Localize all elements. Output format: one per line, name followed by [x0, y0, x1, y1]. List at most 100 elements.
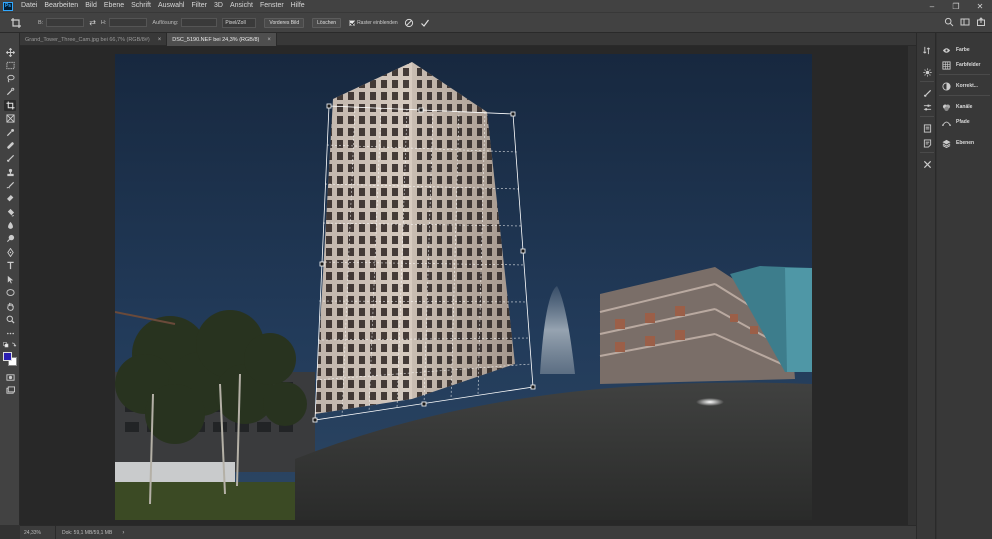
- tab-label: Grand_Tower_Three_Cam.jpg bei 66,7% (RGB…: [25, 36, 150, 43]
- menu-ebene[interactable]: Ebene: [104, 0, 124, 12]
- quick-mask-icon[interactable]: [4, 372, 16, 383]
- restore-button[interactable]: ❐: [944, 0, 968, 12]
- panel-korrekturen[interactable]: Korrekt...: [942, 81, 978, 91]
- brush-settings-icon[interactable]: [922, 88, 932, 98]
- adjust-sliders-icon[interactable]: [922, 102, 932, 112]
- perspective-crop-tool-icon[interactable]: [8, 16, 24, 30]
- menu-hilfe[interactable]: Hilfe: [291, 0, 305, 12]
- workspace-icon[interactable]: [960, 17, 970, 27]
- resolution-input[interactable]: [181, 18, 218, 27]
- screen-mode-icon[interactable]: [4, 385, 16, 396]
- history-brush-icon[interactable]: [4, 180, 16, 191]
- cancel-icon[interactable]: [404, 18, 414, 28]
- type-icon[interactable]: [4, 260, 16, 271]
- menu-filter[interactable]: Filter: [191, 0, 207, 12]
- path-select-icon[interactable]: [4, 274, 16, 285]
- notes-icon[interactable]: [922, 138, 932, 148]
- document-image[interactable]: [115, 54, 812, 520]
- unit-select[interactable]: Pixel/Zoll: [222, 17, 257, 28]
- swatches-icon: [942, 60, 951, 70]
- crop-icon[interactable]: [4, 100, 16, 111]
- zoom-icon[interactable]: [4, 314, 16, 325]
- front-image-button[interactable]: Vorderes Bild: [264, 17, 305, 28]
- history-icon[interactable]: [922, 45, 932, 55]
- photo-tower-scene: [115, 54, 812, 520]
- width-label: B:: [38, 19, 44, 26]
- panel-label: Farbfelder: [956, 62, 981, 68]
- menu-3d[interactable]: 3D: [214, 0, 223, 12]
- canvas-area[interactable]: [20, 46, 908, 525]
- adjustments-icon: [942, 81, 951, 91]
- divider: [920, 81, 934, 82]
- foreground-color-swatch[interactable]: [3, 352, 12, 361]
- height-input[interactable]: [109, 18, 148, 27]
- panel-kanaele[interactable]: Kanäle: [942, 102, 972, 112]
- search-icon[interactable]: [944, 17, 954, 27]
- move-icon[interactable]: [4, 47, 16, 58]
- panel-farbfelder[interactable]: Farbfelder: [942, 60, 980, 70]
- gradient-icon[interactable]: [4, 207, 16, 218]
- dodge-icon[interactable]: [4, 233, 16, 244]
- color-wheel-icon: [942, 47, 951, 53]
- layers-icon: [942, 139, 951, 148]
- lasso-icon[interactable]: [4, 73, 16, 84]
- menu-bar: Ps Datei Bearbeiten Bild Ebene Schrift A…: [0, 0, 992, 12]
- menu-fenster[interactable]: Fenster: [260, 0, 284, 12]
- frame-icon[interactable]: [4, 113, 16, 124]
- clone-stamp-icon[interactable]: [4, 167, 16, 178]
- show-grid-checkbox[interactable]: Raster einblenden: [349, 19, 398, 26]
- panel-pfade[interactable]: Pfade: [942, 117, 970, 127]
- document-tabs: Grand_Tower_Three_Cam.jpg bei 66,7% (RGB…: [20, 33, 916, 46]
- commit-checkmark-icon[interactable]: [420, 18, 430, 28]
- panel-farbe[interactable]: Farbe: [942, 45, 970, 55]
- menu-bild[interactable]: Bild: [85, 0, 97, 12]
- divider: [939, 74, 990, 75]
- clear-button[interactable]: Löschen: [312, 17, 342, 28]
- panel-label: Kanäle: [956, 104, 973, 110]
- menu-bearbeiten[interactable]: Bearbeiten: [44, 0, 78, 12]
- width-input[interactable]: [46, 18, 85, 27]
- panels-list: Farbe Farbfelder Korrekt... Kanäle Pfade…: [937, 33, 992, 539]
- hand-icon[interactable]: [4, 301, 16, 312]
- eyedropper-icon[interactable]: [4, 127, 16, 138]
- zoom-level[interactable]: 24,33%: [20, 525, 56, 539]
- properties-icon[interactable]: [922, 123, 932, 133]
- options-bar: B: ⇄ H: Auflösung: Pixel/Zoll Vorderes B…: [0, 12, 992, 33]
- default-colors-icon[interactable]: [3, 342, 17, 350]
- brush-icon[interactable]: [4, 153, 16, 164]
- marquee-icon[interactable]: [4, 60, 16, 71]
- actions-icon[interactable]: [922, 67, 932, 77]
- photoshop-logo-icon: Ps: [3, 1, 13, 11]
- divider: [920, 152, 934, 153]
- divider: [920, 116, 934, 117]
- close-tab-icon[interactable]: ×: [267, 37, 271, 43]
- pen-icon[interactable]: [4, 247, 16, 258]
- tools-panel: [0, 33, 20, 525]
- quick-select-icon[interactable]: [4, 86, 16, 97]
- paths-icon: [942, 121, 951, 126]
- document-info: Dok: 59,1 MB/59,1 MB: [62, 529, 113, 536]
- swap-dimensions-icon[interactable]: ⇄: [89, 18, 96, 27]
- tab-dsc-5190[interactable]: DSC_5190.NEF bei 24,3% (RGB/8) ×: [167, 33, 277, 46]
- menu-ansicht[interactable]: Ansicht: [230, 0, 253, 12]
- menu-schrift[interactable]: Schrift: [131, 0, 151, 12]
- eraser-icon[interactable]: [4, 193, 16, 204]
- tools-crossed-icon[interactable]: [922, 159, 932, 169]
- status-bar: 24,33% Dok: 59,1 MB/59,1 MB ›: [20, 525, 916, 539]
- panel-label: Pfade: [956, 119, 970, 125]
- panel-ebenen[interactable]: Ebenen: [942, 138, 974, 148]
- close-window-button[interactable]: ✕: [968, 0, 992, 12]
- more-tools-icon[interactable]: [4, 328, 16, 339]
- minimize-button[interactable]: –: [920, 0, 944, 12]
- show-grid-label: Raster einblenden: [357, 19, 398, 26]
- blur-icon[interactable]: [4, 220, 16, 231]
- share-icon[interactable]: [976, 17, 986, 27]
- menu-auswahl[interactable]: Auswahl: [158, 0, 184, 12]
- close-tab-icon[interactable]: ×: [158, 37, 162, 43]
- status-menu-arrow-icon[interactable]: ›: [122, 530, 124, 536]
- healing-brush-icon[interactable]: [4, 140, 16, 151]
- menu-datei[interactable]: Datei: [21, 0, 37, 12]
- ellipse-icon[interactable]: [4, 287, 16, 298]
- tab-label: DSC_5190.NEF bei 24,3% (RGB/8): [172, 36, 260, 43]
- tab-grand-tower[interactable]: Grand_Tower_Three_Cam.jpg bei 66,7% (RGB…: [20, 33, 168, 46]
